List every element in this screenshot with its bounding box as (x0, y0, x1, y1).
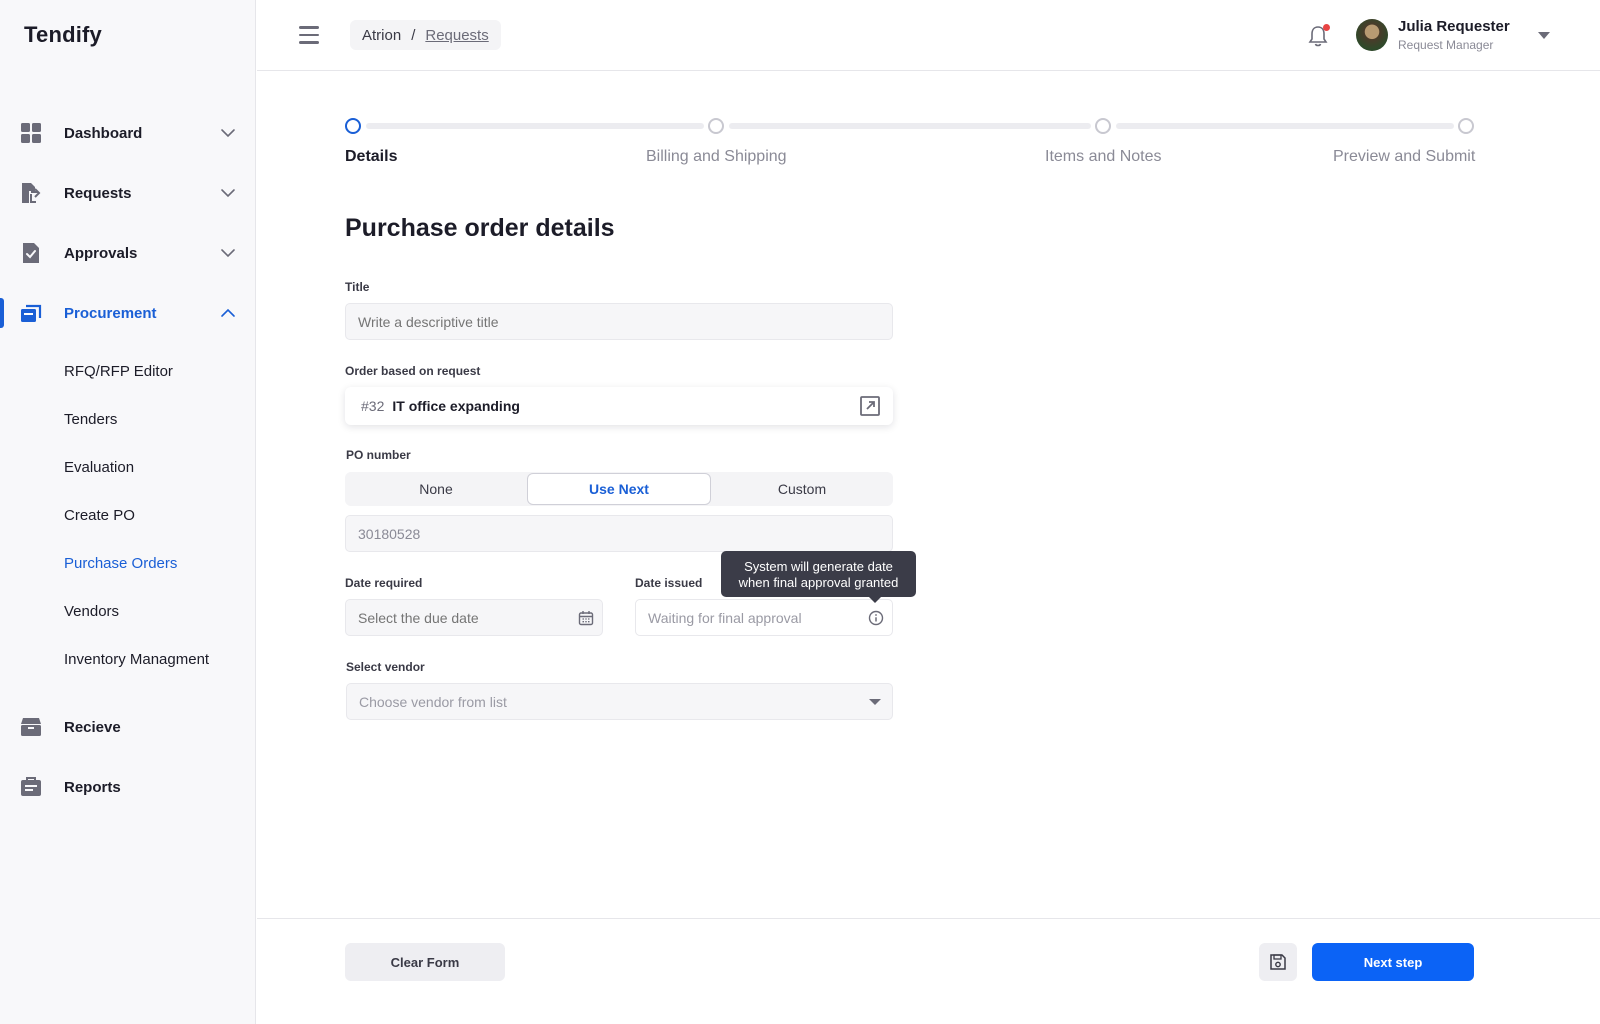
app-logo: Tendify (24, 22, 102, 47)
linked-request-card[interactable]: #32 IT office expanding (345, 387, 893, 425)
sidebar-subitem-purchase-orders[interactable]: Purchase Orders (0, 539, 256, 587)
step-label-details[interactable]: Details (345, 148, 397, 166)
sidebar-subitem-rfq-editor[interactable]: RFQ/RFP Editor (0, 347, 256, 395)
chevron-down-icon (221, 129, 235, 138)
step-connector (366, 123, 704, 129)
po-option-none[interactable]: None (345, 472, 527, 506)
breadcrumb-item-requests[interactable]: Requests (425, 27, 488, 44)
date-required-input[interactable] (345, 599, 603, 636)
chevron-down-icon (221, 189, 235, 198)
order-based-label: Order based on request (345, 364, 481, 378)
next-step-button[interactable]: Next step (1312, 943, 1474, 981)
sidebar-item-label: Reports (64, 778, 121, 796)
notification-bell-icon[interactable] (1307, 24, 1331, 48)
chevron-up-icon (221, 308, 235, 317)
vendor-select[interactable]: Choose vendor from list (346, 683, 893, 720)
vendor-label: Select vendor (346, 660, 425, 674)
sidebar-subitem-create-po[interactable]: Create PO (0, 491, 256, 539)
step-indicator-billing (708, 118, 724, 134)
form-stepper: Details Billing and Shipping Items and N… (345, 118, 1505, 178)
request-document-icon (20, 182, 42, 204)
po-number-field[interactable]: 30180528 (345, 515, 893, 552)
top-header: Atrion / Requests Julia Requester Reques… (257, 0, 1600, 71)
form-footer: Clear Form Next step (257, 918, 1600, 1024)
page-title: Purchase order details (345, 214, 615, 242)
request-title: IT office expanding (392, 398, 520, 414)
sidebar-item-reports[interactable]: Reports (0, 757, 256, 817)
step-label-items[interactable]: Items and Notes (1045, 148, 1162, 166)
user-menu-caret-icon[interactable] (1538, 32, 1550, 39)
po-option-custom[interactable]: Custom (711, 472, 893, 506)
sidebar-subitem-tenders[interactable]: Tenders (0, 395, 256, 443)
user-name: Julia Requester (1398, 18, 1510, 35)
step-connector (1116, 123, 1454, 129)
hamburger-menu-icon[interactable] (299, 26, 319, 44)
sidebar-item-requests[interactable]: Requests (0, 163, 256, 223)
sidebar-item-label: Recieve (64, 718, 121, 736)
approval-check-icon (20, 242, 42, 264)
breadcrumb-item-atrion[interactable]: Atrion (362, 27, 401, 44)
info-icon[interactable] (868, 610, 884, 626)
tooltip-line: when final approval granted (738, 575, 899, 590)
dropdown-caret-icon[interactable] (869, 699, 881, 705)
step-label-billing[interactable]: Billing and Shipping (646, 148, 787, 166)
clear-form-button[interactable]: Clear Form (345, 943, 505, 981)
step-indicator-preview (1458, 118, 1474, 134)
po-number-label: PO number (346, 448, 411, 462)
date-required-label: Date required (345, 576, 423, 590)
procurement-icon (20, 302, 42, 324)
save-floppy-icon (1270, 954, 1286, 970)
step-indicator-details (345, 118, 361, 134)
sidebar-subitem-inventory[interactable]: Inventory Managment (0, 635, 256, 683)
tooltip-line: System will generate date (744, 559, 893, 574)
sidebar-subitem-evaluation[interactable]: Evaluation (0, 443, 256, 491)
dashboard-grid-icon (20, 122, 42, 144)
breadcrumb-separator: / (411, 26, 416, 44)
save-draft-button[interactable] (1259, 943, 1297, 981)
sidebar-item-procurement[interactable]: Procurement (0, 283, 256, 343)
breadcrumb: Atrion / Requests (350, 20, 501, 50)
notification-dot (1323, 24, 1330, 31)
sidebar-nav: Dashboard Requests Approvals Procurement (0, 103, 256, 817)
procurement-submenu: RFQ/RFP Editor Tenders Evaluation Create… (0, 343, 256, 697)
po-option-use-next[interactable]: Use Next (527, 473, 711, 505)
user-role: Request Manager (1398, 38, 1494, 52)
po-number-mode-toggle: None Use Next Custom (345, 472, 893, 506)
date-issued-label: Date issued (635, 576, 703, 590)
sidebar-item-approvals[interactable]: Approvals (0, 223, 256, 283)
sidebar-subitem-vendors[interactable]: Vendors (0, 587, 256, 635)
date-issued-tooltip: System will generate date when final app… (721, 551, 916, 603)
request-number: #32 (361, 398, 385, 414)
chevron-down-icon (221, 249, 235, 258)
reports-icon (20, 776, 42, 798)
sidebar-item-recieve[interactable]: Recieve (0, 697, 256, 757)
step-connector (729, 123, 1091, 129)
external-link-icon[interactable] (859, 395, 881, 417)
title-label: Title (345, 280, 370, 294)
avatar[interactable] (1356, 19, 1388, 51)
step-indicator-items (1095, 118, 1111, 134)
calendar-icon[interactable] (578, 610, 594, 626)
receive-box-icon (20, 716, 42, 738)
sidebar-item-dashboard[interactable]: Dashboard (0, 103, 256, 163)
sidebar: Tendify Dashboard Requests Approvals Pro… (0, 0, 256, 1024)
title-input[interactable] (345, 303, 893, 340)
date-issued-field: Waiting for final approval (635, 599, 893, 636)
step-label-preview[interactable]: Preview and Submit (1333, 148, 1475, 166)
